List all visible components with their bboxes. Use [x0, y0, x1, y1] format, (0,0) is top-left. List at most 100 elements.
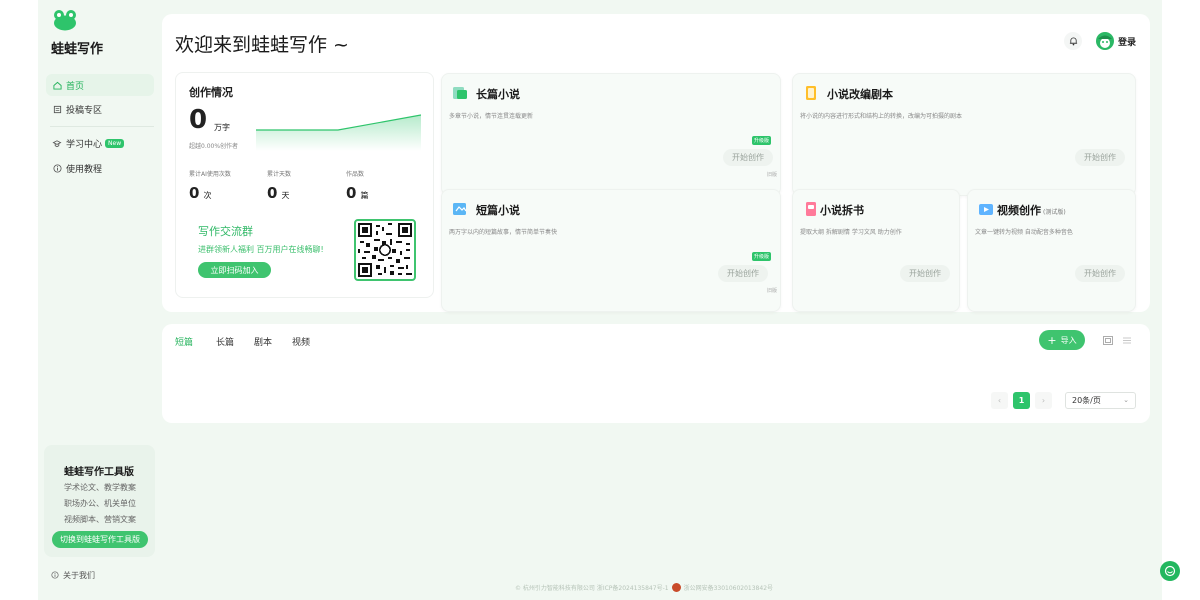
notification-bell-icon[interactable] [1064, 32, 1082, 50]
beta-label: (测试版) [1043, 209, 1066, 216]
stat-label: 累计天数 [267, 171, 292, 178]
stat-works: 作品数 0篇 [346, 169, 368, 202]
stat-value: 0篇 [346, 184, 369, 202]
frog-logo-icon[interactable] [53, 9, 77, 31]
beat-percentage: 超越0.00%创作者 [189, 143, 239, 150]
graduation-cap-icon [52, 138, 62, 148]
word-count-unit: 万字 [214, 123, 230, 132]
import-button[interactable]: + 导入 [1039, 330, 1085, 350]
upgrade-badge: 升级版 [752, 136, 772, 145]
tool-version-card: 蛙蛙写作工具版 学术论文、教学教案 职场办公、机关单位 视频脚本、营销文案 切换… [44, 445, 155, 557]
sidebar-item-label: 首页 [66, 81, 85, 92]
qr-code-icon [354, 219, 416, 281]
stat-label: 作品数 [346, 171, 365, 178]
tab-video[interactable]: 视频 [292, 335, 310, 348]
tool-line: 视频脚本、营销文案 [64, 515, 136, 524]
sidebar-item-label: 学习中心 [66, 139, 103, 150]
video-creation-icon [979, 204, 993, 215]
sidebar-item-tutorial[interactable]: 使用教程 [46, 157, 154, 179]
creation-stats-card: 创作情况 0 万字 超越0.00%创作者 累计AI使用次数 0次 累计天数 0天… [175, 72, 434, 298]
chevron-down-icon: ⌄ [1123, 396, 1129, 404]
feature-title: 视频创作 (测试版) [997, 204, 1066, 217]
info-icon [52, 163, 62, 173]
short-novel-icon [453, 203, 467, 215]
stat-days: 累计天数 0天 [267, 169, 291, 202]
tool-line: 学术论文、教学教案 [64, 483, 136, 492]
dashboard-card: 欢迎来到蛙蛙写作 ~ 登录 创作情况 0 万字 超越0.00%创作者 累计AI使… [162, 14, 1150, 312]
sidebar-item-learning[interactable]: 学习中心 New [46, 132, 154, 154]
feature-card-novel-to-script[interactable]: 小说改编剧本 将小说的内容进行形式和结构上的转换，改编为可拍摄的剧本 开始创作 [792, 73, 1136, 196]
old-version-link[interactable]: 旧版 [767, 287, 777, 294]
feature-card-short-novel[interactable]: 短篇小说 两万字以内的短篇故事，情节简单节奏快 升级版 开始创作 旧版 [441, 189, 781, 312]
customer-service-chat-icon[interactable] [1160, 561, 1180, 581]
sidebar-item-label: 使用教程 [66, 164, 103, 175]
submit-icon [52, 104, 62, 114]
avatar [1096, 32, 1114, 50]
sidebar-item-label: 投稿专区 [66, 105, 103, 116]
prev-page-button[interactable]: ‹ [991, 392, 1008, 409]
grid-view-icon[interactable] [1103, 336, 1113, 345]
tool-line: 职场办公、机关单位 [64, 499, 136, 508]
start-creating-button[interactable]: 开始创作 [1075, 149, 1125, 166]
feature-description: 文章一键转为视频 自动配音多种音色 [975, 229, 1073, 236]
brand-name: 蛙蛙写作 [51, 42, 104, 57]
new-badge: New [105, 138, 125, 148]
sidebar-item-home[interactable]: 首页 [46, 74, 154, 96]
start-creating-button[interactable]: 开始创作 [1075, 265, 1125, 282]
app-root: 蛙蛙写作 首页 投稿专区 学习中心 New 使用教程 蛙蛙写作工具版 学术论文、… [38, 0, 1162, 600]
script-adapt-icon [806, 86, 816, 100]
feature-title: 小说改编剧本 [827, 88, 893, 101]
import-label: 导入 [1060, 335, 1077, 345]
group-subtitle: 进群领新人福利 百万用户在线畅聊! [198, 245, 324, 254]
feature-description: 将小说的内容进行形式和结构上的转换，改编为可拍摄的剧本 [800, 113, 963, 120]
book-breakdown-icon [806, 202, 816, 216]
sidebar: 蛙蛙写作 首页 投稿专区 学习中心 New 使用教程 蛙蛙写作工具版 学术论文、… [38, 0, 155, 600]
works-card: 短篇 长篇 剧本 视频 + 导入 ‹ 1 › 20条/页 ⌄ [162, 324, 1150, 423]
stat-value: 0次 [189, 184, 212, 202]
upgrade-badge: 升级版 [752, 252, 772, 261]
copyright-text[interactable]: © 杭州引力智能科技有限公司 浙ICP备2024135847号-1 [515, 583, 669, 592]
footer: © 杭州引力智能科技有限公司 浙ICP备2024135847号-1 浙公网安备3… [515, 583, 773, 592]
feature-card-long-novel[interactable]: 长篇小说 多章节小说，情节连贯连载更新 升级版 开始创作 旧版 [441, 73, 781, 196]
page-number-button[interactable]: 1 [1013, 392, 1030, 409]
feature-card-video-creation[interactable]: 视频创作 (测试版) 文章一键转为视频 自动配音多种音色 开始创作 [967, 189, 1136, 312]
start-creating-button[interactable]: 开始创作 [723, 149, 773, 166]
stat-label: 累计AI使用次数 [189, 171, 231, 178]
join-group-button[interactable]: 立即扫码加入 [198, 262, 271, 278]
feature-description: 两万字以内的短篇故事，情节简单节奏快 [449, 229, 558, 236]
page-size-value: 20条/页 [1072, 396, 1101, 405]
stat-ai-usage: 累计AI使用次数 0次 [189, 169, 231, 202]
plus-icon: + [1047, 333, 1057, 347]
group-title: 写作交流群 [198, 225, 253, 238]
growth-sparkline [256, 114, 421, 151]
tab-script[interactable]: 剧本 [254, 335, 272, 348]
login-label: 登录 [1118, 37, 1137, 48]
about-us-link[interactable]: 关于我们 [51, 570, 95, 581]
start-creating-button[interactable]: 开始创作 [900, 265, 950, 282]
feature-card-book-breakdown[interactable]: 小说拆书 提取大纲 拆解剧情 学习文风 助力创作 开始创作 [792, 189, 960, 312]
list-view-icon[interactable] [1122, 336, 1132, 345]
start-creating-button[interactable]: 开始创作 [718, 265, 768, 282]
feature-title: 长篇小说 [476, 88, 520, 101]
word-count-value: 0 [189, 105, 208, 135]
sidebar-item-submit[interactable]: 投稿专区 [46, 98, 154, 120]
stats-title: 创作情况 [189, 86, 233, 99]
stat-value: 0天 [267, 184, 290, 202]
tab-long[interactable]: 长篇 [216, 335, 234, 348]
tool-title: 蛙蛙写作工具版 [64, 467, 134, 478]
about-label: 关于我们 [63, 571, 95, 580]
page-size-select[interactable]: 20条/页 ⌄ [1065, 392, 1136, 409]
tab-short[interactable]: 短篇 [175, 335, 193, 348]
long-novel-icon [453, 87, 467, 99]
next-page-button[interactable]: › [1035, 392, 1052, 409]
home-icon [52, 80, 62, 90]
page-title: 欢迎来到蛙蛙写作 ~ [175, 34, 349, 56]
nav-divider [50, 126, 154, 127]
police-record-text[interactable]: 浙公网安备33010602013842号 [684, 583, 773, 592]
switch-tool-version-button[interactable]: 切换到蛙蛙写作工具版 [52, 531, 148, 548]
info-icon [51, 570, 59, 581]
police-badge-icon [671, 583, 681, 592]
login-button[interactable]: 登录 [1096, 32, 1136, 50]
old-version-link[interactable]: 旧版 [767, 171, 777, 178]
feature-title: 短篇小说 [476, 204, 520, 217]
